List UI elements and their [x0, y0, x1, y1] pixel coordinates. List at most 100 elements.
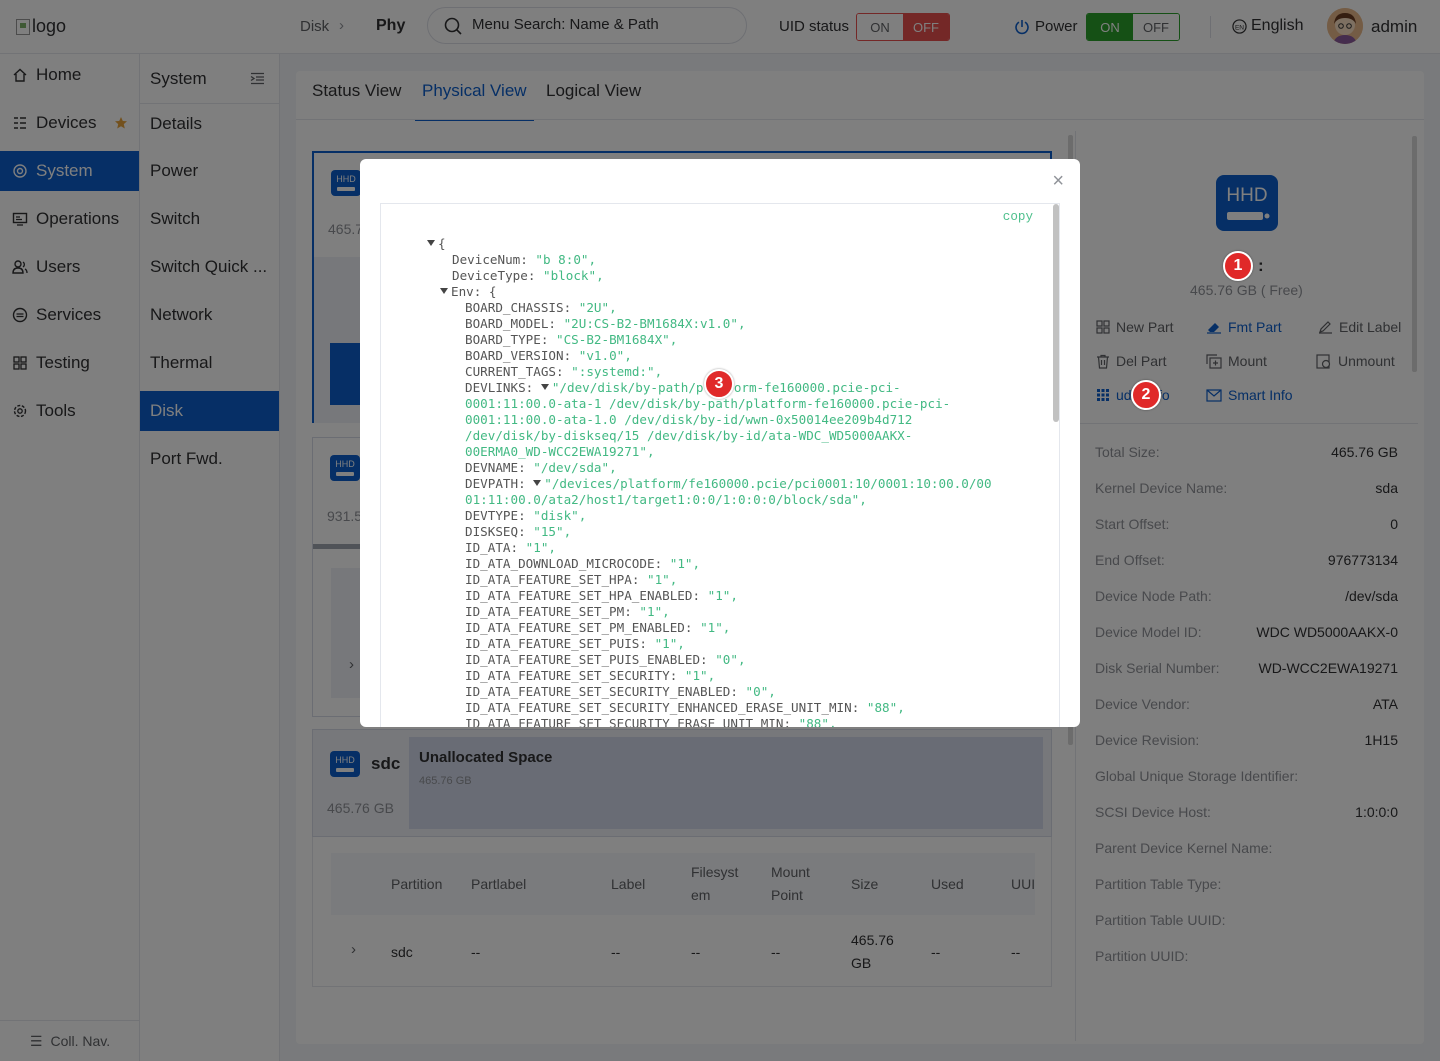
json-key: ID_ATA: [465, 540, 511, 555]
json-key: ID_ATA_FEATURE_SET_SECURITY: [465, 668, 670, 683]
json-value: "1",: [525, 540, 557, 555]
json-line: ID_ATA_FEATURE_SET_HPA_ENABLED: "1",: [465, 588, 738, 604]
json-line: {: [427, 236, 446, 252]
json-colon: :: [563, 300, 579, 315]
json-line: ID_ATA_FEATURE_SET_HPA: "1",: [465, 572, 677, 588]
copy-button[interactable]: copy: [1003, 210, 1033, 224]
json-value: "CS-B2-BM1684X",: [556, 332, 678, 347]
json-key: BOARD_MODEL: [465, 316, 549, 331]
json-line: 01:11:00.0/ata2/host1/target1:0:0/1:0:0:…: [465, 492, 867, 508]
collapse-triangle-icon[interactable]: [440, 288, 448, 294]
json-key: DeviceType: [452, 268, 528, 283]
json-key: ID_ATA_FEATURE_SET_HPA: [465, 572, 632, 587]
json-colon: :: [639, 636, 655, 651]
json-colon: :: [556, 364, 572, 379]
json-value: "block",: [543, 268, 604, 283]
json-viewer: copy {DeviceNum: "b 8:0", DeviceType: "bl…: [380, 203, 1060, 727]
annotation-badge-1: 1: [1223, 251, 1253, 281]
udev-info-modal: × copy {DeviceNum: "b 8:0", DeviceType: "…: [360, 159, 1080, 727]
collapse-triangle-icon[interactable]: [533, 480, 542, 486]
json-key: Env: [451, 284, 474, 299]
json-colon: :: [730, 684, 746, 699]
json-value: "1",: [707, 588, 738, 603]
json-colon: :: [518, 460, 534, 475]
json-line: ID_ATA_FEATURE_SET_PUIS: "1",: [465, 636, 685, 652]
json-line: DEVTYPE: "disk",: [465, 508, 586, 524]
json-value: "/devices/platform/fe160000.pcie/pci0001…: [544, 476, 992, 491]
json-value: "b 8:0",: [535, 252, 597, 267]
json-colon: :: [520, 252, 536, 267]
json-line: ID_ATA_FEATURE_SET_PM_ENABLED: "1",: [465, 620, 730, 636]
json-value: "1",: [700, 620, 731, 635]
json-key: BOARD_CHASSIS: [465, 300, 564, 315]
json-colon: :: [851, 700, 867, 715]
json-line: 0001:11:00.0-ata-1.0 /dev/disk/by-id/wwn…: [465, 412, 912, 428]
json-key: DISKSEQ: [465, 524, 519, 539]
json-line: /dev/disk/by-diskseq/15 /dev/disk/by-id/…: [465, 428, 912, 444]
json-key: DEVNAME: [465, 460, 519, 475]
json-value: {: [438, 236, 446, 251]
json-key: ID_ATA_FEATURE_SET_PM: [465, 604, 625, 619]
json-key: DeviceNum: [452, 252, 521, 267]
json-colon: :: [473, 284, 489, 299]
json-key: DEVTYPE: [465, 508, 519, 523]
json-line: Env: {: [440, 284, 497, 300]
json-line: DEVNAME: "/dev/sda",: [465, 460, 617, 476]
json-key: BOARD_VERSION: [465, 348, 564, 363]
json-key: ID_ATA_FEATURE_SET_SECURITY_ENABLED: [465, 684, 731, 699]
json-key: ID_ATA_FEATURE_SET_PUIS: [465, 636, 640, 651]
json-key: ID_ATA_FEATURE_SET_PUIS_ENABLED: [465, 652, 701, 667]
json-colon: :: [631, 572, 647, 587]
json-colon: :: [518, 524, 534, 539]
json-value: 0001:11:00.0-ata-1 /dev/disk/by-path/pla…: [465, 396, 951, 411]
json-key: ID_ATA_FEATURE_SET_HPA_ENABLED: [465, 588, 693, 603]
json-value: "v1.0",: [578, 348, 632, 363]
json-value: "2U",: [578, 300, 617, 315]
json-value: "1",: [646, 572, 678, 587]
json-value: ":systemd:",: [571, 364, 663, 379]
json-key: DEVPATH: [465, 476, 519, 491]
json-colon: :: [624, 604, 640, 619]
json-value: 0001:11:00.0-ata-1.0 /dev/disk/by-id/wwn…: [465, 412, 913, 427]
json-value: "1",: [684, 668, 716, 683]
json-value: "15",: [533, 524, 572, 539]
json-line: ID_ATA_FEATURE_SET_PM: "1",: [465, 604, 670, 620]
json-key: CURRENT_TAGS: [465, 364, 556, 379]
json-colon: :: [518, 476, 534, 491]
json-value: "1",: [669, 556, 701, 571]
json-line: DeviceNum: "b 8:0",: [452, 252, 596, 268]
json-key: ID_ATA_FEATURE_SET_SECURITY_ENHANCED_ERA…: [465, 700, 852, 715]
json-colon: :: [700, 652, 716, 667]
json-colon: :: [510, 540, 526, 555]
json-value: 01:11:00.0/ata2/host1/target1:0:0/1:0:0:…: [465, 492, 867, 507]
collapse-triangle-icon[interactable]: [540, 384, 549, 390]
json-value: "2U:CS-B2-BM1684X:v1.0",: [563, 316, 746, 331]
json-value: "0",: [715, 652, 746, 667]
json-value: /dev/disk/by-diskseq/15 /dev/disk/by-id/…: [465, 428, 913, 443]
json-value: "/dev/sda",: [533, 460, 617, 475]
json-value: "disk",: [533, 508, 587, 523]
json-colon: :: [692, 588, 708, 603]
json-value: "88",: [866, 700, 905, 715]
json-line: BOARD_TYPE: "CS-B2-BM1684X",: [465, 332, 677, 348]
json-line: ID_ATA_FEATURE_SET_SECURITY_ERASE_UNIT_M…: [465, 716, 837, 727]
json-line: ID_ATA: "1",: [465, 540, 556, 556]
json-key: BOARD_TYPE: [465, 332, 541, 347]
json-line: DEVLINKS: "/dev/disk/by-path/platform-fe…: [465, 380, 901, 396]
json-value: {: [488, 284, 497, 299]
json-line: ID_ATA_FEATURE_SET_SECURITY_ENABLED: "0"…: [465, 684, 776, 700]
json-line: BOARD_VERSION: "v1.0",: [465, 348, 632, 364]
close-icon[interactable]: ×: [1052, 171, 1064, 191]
json-value: "1",: [654, 636, 685, 651]
annotation-badge-2: 2: [1131, 380, 1161, 410]
collapse-triangle-icon[interactable]: [427, 240, 435, 246]
json-colon: :: [654, 556, 670, 571]
json-key: ID_ATA_FEATURE_SET_PM_ENABLED: [465, 620, 685, 635]
json-key: ID_ATA_DOWNLOAD_MICROCODE: [465, 556, 655, 571]
json-key: ID_ATA_FEATURE_SET_SECURITY_ERASE_UNIT_M…: [465, 716, 784, 727]
json-line: BOARD_CHASSIS: "2U",: [465, 300, 617, 316]
json-line: DEVPATH: "/devices/platform/fe160000.pci…: [465, 476, 992, 492]
json-scrollbar[interactable]: [1053, 204, 1059, 422]
json-line: ID_ATA_FEATURE_SET_PUIS_ENABLED: "0",: [465, 652, 746, 668]
json-line: ID_ATA_FEATURE_SET_SECURITY_ENHANCED_ERA…: [465, 700, 905, 716]
